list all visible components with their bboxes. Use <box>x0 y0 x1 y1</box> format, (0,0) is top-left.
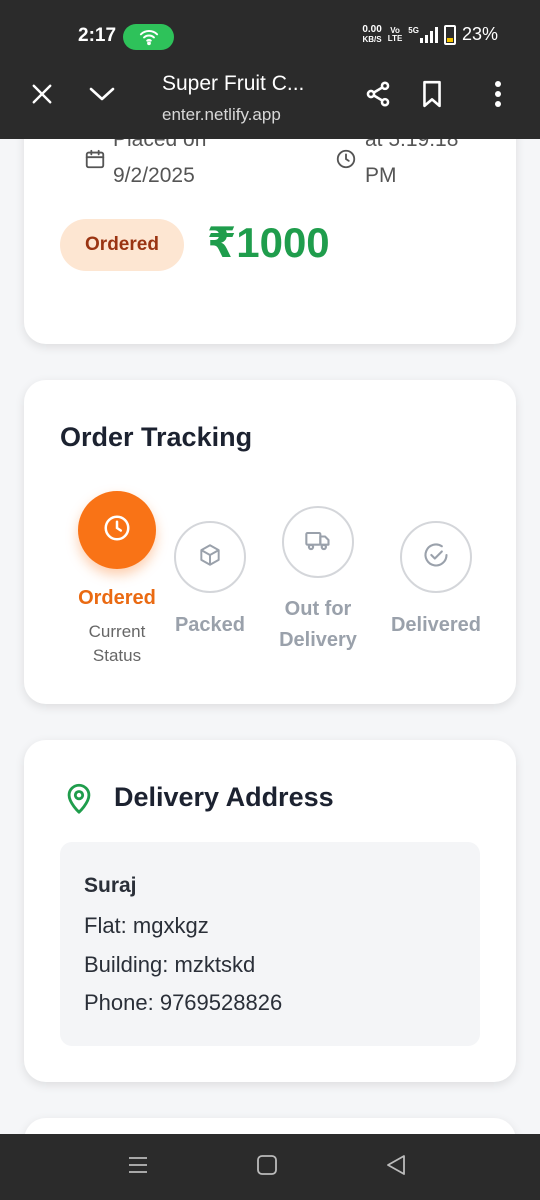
status-bar: 2:17 0.00 KB/S Vo LTE 5G 23% <box>0 0 540 66</box>
bookmark-button[interactable] <box>414 78 450 114</box>
address-phone: Phone: 9769528826 <box>84 990 283 1015</box>
address-building: Building: mzktskd <box>84 952 256 977</box>
close-button[interactable] <box>24 78 60 114</box>
order-tracking-title: Order Tracking <box>60 422 253 452</box>
order-amount: ₹1000 <box>207 219 330 266</box>
network-type: 5G <box>408 25 419 35</box>
bookmark-icon <box>421 80 443 113</box>
status-right: 0.00 KB/S Vo LTE 5G 23% <box>362 24 498 45</box>
step-out-for-delivery-label: Out for Delivery <box>279 598 357 651</box>
address-box: Suraj Flat: mgxkgz Building: mzktskd Pho… <box>60 842 480 1046</box>
system-nav-bar <box>0 1134 540 1200</box>
address-flat: Flat: mgxkgz <box>84 913 209 938</box>
volte-indicator: Vo LTE <box>387 26 403 43</box>
close-icon <box>31 83 53 110</box>
step-out-for-delivery <box>282 506 354 578</box>
box-icon <box>197 542 223 573</box>
delivery-address-title: Delivery Address <box>114 782 334 812</box>
hotspot-icon <box>123 24 174 50</box>
status-time: 2:17 <box>78 25 117 46</box>
placed-date: 9/2/2025 <box>113 164 195 187</box>
share-button[interactable] <box>360 78 396 114</box>
net-speed-value: 0.00 <box>362 23 382 35</box>
step-packed <box>174 521 246 593</box>
recents-button[interactable] <box>108 1134 168 1200</box>
check-circle-icon <box>422 541 450 574</box>
clock-icon <box>335 148 357 175</box>
step-packed-label: Packed <box>174 614 246 636</box>
back-button[interactable] <box>366 1134 426 1200</box>
placed-time-suffix: PM <box>365 164 397 187</box>
status-badge: Ordered <box>60 219 184 271</box>
minimize-button[interactable] <box>84 78 120 114</box>
signal-icon: 5G <box>408 25 438 43</box>
page-url[interactable]: enter.netlify.app <box>162 105 281 125</box>
page-title: Super Fruit C... <box>162 72 305 95</box>
delivery-address-card: Delivery Address Suraj Flat: mgxkgz Buil… <box>24 740 516 1082</box>
recents-icon <box>127 1155 149 1180</box>
chevron-down-icon <box>88 84 116 109</box>
battery-percent: 23% <box>461 24 498 44</box>
clock-icon <box>102 513 132 548</box>
share-icon <box>364 80 392 113</box>
net-speed: 0.00 KB/S <box>362 23 382 45</box>
home-icon <box>256 1154 278 1181</box>
more-button[interactable] <box>480 78 516 114</box>
battery-icon <box>443 24 456 45</box>
address-name: Suraj <box>84 874 137 897</box>
step-ordered-sub: Current Status <box>88 622 146 665</box>
step-ordered-label: Ordered <box>78 587 156 609</box>
step-delivered-label: Delivered <box>390 614 482 636</box>
map-pin-icon <box>62 780 96 821</box>
truck-icon <box>304 526 332 559</box>
browser-toolbar: Super Fruit C... enter.netlify.app <box>0 66 540 139</box>
volte-bottom: LTE <box>387 33 403 43</box>
step-ordered <box>78 491 156 569</box>
more-vert-icon <box>494 80 502 113</box>
net-speed-unit: KB/S <box>362 34 382 44</box>
back-icon <box>385 1154 407 1181</box>
calendar-icon <box>84 148 106 175</box>
order-tracking-card: Order Tracking Ordered Current Status Pa… <box>24 380 516 704</box>
step-delivered <box>400 521 472 593</box>
home-button[interactable] <box>237 1134 297 1200</box>
